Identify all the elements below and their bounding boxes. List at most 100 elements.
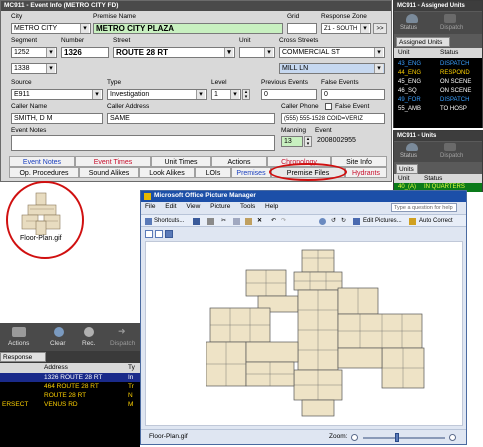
rotate-right-icon[interactable]: ↻ [341, 215, 346, 227]
tab-event-notes[interactable]: Event Notes [9, 156, 75, 167]
tab-actions[interactable]: Actions [211, 156, 267, 167]
shortcuts-icon[interactable] [145, 218, 152, 225]
cross-street-1-select[interactable]: COMMERCIAL ST [279, 47, 385, 58]
tab-event-times[interactable]: Event Times [75, 156, 151, 167]
bottom-dispatch-button[interactable]: Dispatch [110, 340, 135, 347]
assigned-units-tab[interactable]: Assigned Units [396, 37, 450, 47]
zoom-slider[interactable] [363, 437, 445, 439]
help-search-input[interactable]: Type a question for help [391, 203, 457, 212]
response-opt-tab[interactable]: Response Opt. [0, 352, 46, 370]
tab-sound-alikes[interactable]: Sound Alikes [79, 167, 139, 178]
level-spinner[interactable]: ▴ ▾ [242, 89, 250, 100]
auto-correct-button[interactable]: Auto Correct [419, 215, 453, 227]
tab-site-info[interactable]: Site Info [331, 156, 387, 167]
menu-tools[interactable]: Tools [240, 203, 255, 210]
menu-file[interactable]: File [145, 203, 155, 210]
assigned-unit-row[interactable]: 43_ENG DISPATCH [394, 60, 482, 69]
copy-icon[interactable] [233, 218, 240, 225]
delete-icon[interactable]: ✕ [257, 215, 262, 227]
zoom-slider-thumb[interactable] [395, 433, 399, 442]
rotate-left-icon[interactable]: ↺ [331, 215, 336, 227]
dispatch-icon[interactable] [444, 14, 456, 23]
assigned-dispatch-button[interactable]: Dispatch [440, 25, 463, 31]
segment2-select[interactable]: 1338 [11, 63, 57, 74]
save-icon[interactable] [193, 218, 200, 225]
number-field[interactable]: 1326 [61, 47, 109, 58]
false-event-checkbox[interactable] [325, 103, 332, 110]
thumbnail-view-icon[interactable] [145, 230, 153, 238]
response-panel: Actions Clear Rec. ➜ Dispatch Response O… [0, 323, 140, 447]
rec-button[interactable]: Rec. [82, 340, 95, 347]
status-icon[interactable] [406, 14, 418, 23]
tab-premises[interactable]: Premises [231, 167, 271, 178]
units-tab[interactable]: Units [396, 164, 418, 174]
cut-icon[interactable]: ✂ [221, 215, 226, 227]
caller-name-field[interactable]: SMITH, D M [11, 113, 103, 124]
dispatch-arrow-icon[interactable]: ➜ [118, 326, 126, 337]
tab-hydrants[interactable]: Hydrants [345, 167, 387, 178]
caller-address-field[interactable]: SAME [107, 113, 275, 124]
tab-unit-times[interactable]: Unit Times [151, 156, 211, 167]
response-row[interactable]: ROUTE 28 RT N [0, 391, 140, 400]
clear-button[interactable]: Clear [50, 340, 66, 347]
tab-lois[interactable]: LOIs [195, 167, 231, 178]
response-zone-select[interactable]: Z1 - SOUTH [321, 23, 371, 34]
shortcuts-button[interactable]: Shortcuts... [154, 215, 184, 227]
menu-view[interactable]: View [186, 203, 200, 210]
units-status-button[interactable]: Status [400, 153, 417, 159]
clear-icon[interactable] [54, 327, 64, 337]
menu-picture[interactable]: Picture [210, 203, 230, 210]
redo-icon[interactable]: ↷ [281, 215, 286, 227]
edit-pictures-icon[interactable] [353, 218, 360, 225]
tab-look-alikes[interactable]: Look Alikes [139, 167, 195, 178]
menu-edit[interactable]: Edit [165, 203, 176, 210]
assigned-unit-row[interactable]: 44_ENG RESPOND [394, 69, 482, 78]
assigned-units-header: Unit Status [394, 48, 482, 58]
source-select[interactable]: E911 [11, 89, 103, 100]
street-select[interactable]: ROUTE 28 RT [113, 47, 235, 58]
unit-select[interactable] [239, 47, 275, 58]
actions-icon[interactable] [12, 327, 26, 337]
actions-button[interactable]: Actions [8, 340, 29, 347]
zoom-icon[interactable] [319, 218, 326, 225]
assigned-unit-row[interactable]: 49_FOR DISPATCH [394, 96, 482, 105]
assigned-unit-row[interactable]: 46_SQ ON SCENE [394, 87, 482, 96]
assigned-unit-row[interactable]: 55_AMB TO HOSP [394, 105, 482, 114]
picture-canvas[interactable] [145, 241, 463, 426]
print-icon[interactable] [207, 218, 214, 225]
premise-name-label: Premise Name [93, 13, 136, 20]
response-row[interactable]: ERSECT VENUS RD M [0, 400, 140, 409]
auto-correct-icon[interactable] [409, 218, 416, 225]
edit-pictures-button[interactable]: Edit Pictures... [363, 215, 402, 227]
rec-icon[interactable] [84, 327, 94, 337]
type-select[interactable]: Investigation [107, 89, 207, 100]
assigned-units-panel: MC911 - Assigned Units Status Dispatch A… [393, 0, 483, 128]
cross-street-2-select[interactable]: MILL LN [279, 63, 385, 74]
level-select[interactable]: 1 [211, 89, 241, 100]
units-status-icon[interactable] [406, 143, 418, 151]
zoom-out-icon[interactable] [351, 434, 358, 441]
assigned-status-button[interactable]: Status [400, 25, 417, 31]
units-dispatch-button[interactable]: Dispatch [440, 153, 463, 159]
premise-name-field[interactable]: METRO CITY PLAZA [93, 23, 283, 34]
segment-select[interactable]: 1252 [11, 47, 57, 58]
assigned-unit-row[interactable]: 45_ENG ON SCENE [394, 78, 482, 87]
event-notes-field[interactable] [11, 135, 275, 151]
caller-phone-field[interactable]: (555) 555-1528 COID=VERIZ [281, 113, 385, 124]
tab-op-procedures[interactable]: Op. Procedures [9, 167, 79, 178]
grid-field[interactable] [287, 23, 317, 34]
manning-spinner[interactable]: ▴ ▾ [304, 136, 312, 147]
city-select[interactable]: METRO CITY [11, 23, 91, 34]
zoom-in-icon[interactable] [449, 434, 456, 441]
response-row[interactable]: 1326 ROUTE 28 RT In [0, 373, 140, 382]
filmstrip-view-icon[interactable] [155, 230, 163, 238]
undo-icon[interactable]: ↶ [271, 215, 276, 227]
manning-field[interactable]: 13 [281, 136, 303, 147]
zone-next-button[interactable]: >> [373, 23, 387, 34]
response-row[interactable]: 464 ROUTE 28 RT Tr [0, 382, 140, 391]
menu-help[interactable]: Help [265, 203, 278, 210]
single-view-icon[interactable] [165, 230, 173, 238]
col-address: Address [44, 364, 68, 371]
units-dispatch-icon[interactable] [444, 143, 456, 151]
paste-icon[interactable] [245, 218, 252, 225]
